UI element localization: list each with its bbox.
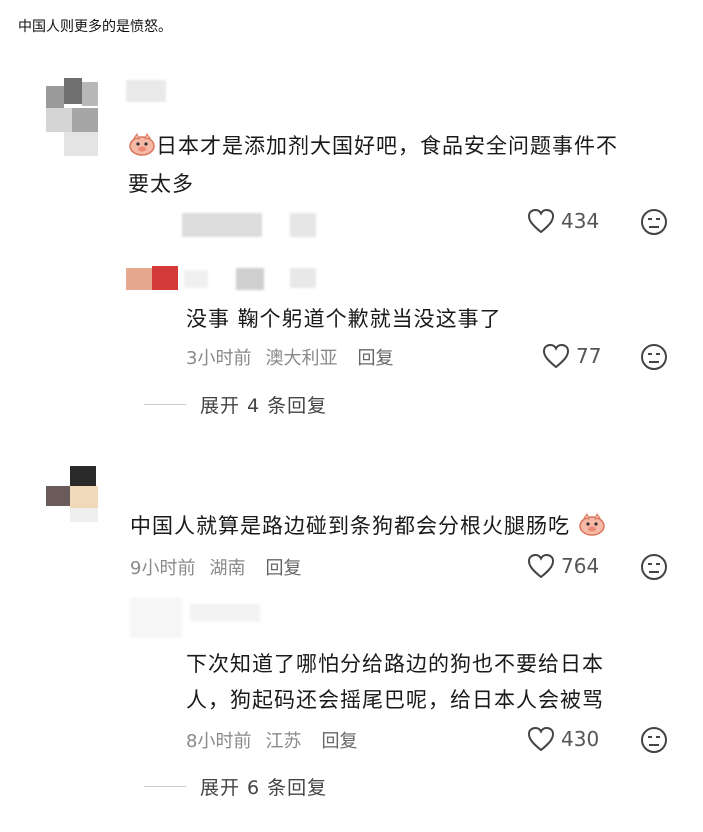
dislike-face-icon[interactable] [640, 726, 668, 754]
caption: 中国人则更多的是愤怒。 [18, 19, 172, 35]
heart-icon [527, 208, 555, 234]
comment-meta: 9小时前 湖南 回复 [130, 554, 315, 580]
emoji-pig-icon [578, 512, 606, 541]
reply-text: 下次知道了哪怕分给路边的狗也不要给日本 [186, 652, 604, 676]
reply-meta: 3小时前 澳大利亚 回复 [186, 344, 407, 370]
heart-icon [527, 726, 555, 752]
reply-username-2[interactable] [236, 268, 264, 290]
avatar[interactable] [46, 466, 102, 526]
dislike-face-icon[interactable] [640, 208, 668, 236]
like-button[interactable]: 764 [527, 553, 599, 579]
dislike-face-icon[interactable] [640, 553, 668, 581]
comment-time: 9小时前 [130, 558, 196, 579]
like-count: 77 [576, 344, 602, 368]
divider [144, 786, 186, 787]
like-count: 430 [561, 727, 600, 751]
heart-icon [542, 343, 570, 369]
divider [144, 404, 186, 405]
comment-text: 日本才是添加剂大国好吧，食品安全问题事件不 [128, 130, 618, 161]
reply-button[interactable]: 回复 [265, 558, 301, 579]
reply-location: 江苏 [265, 731, 302, 752]
username[interactable] [126, 80, 166, 102]
reply-username[interactable] [190, 604, 260, 622]
reply-text: 没事 鞠个躬道个歉就当没这事了 [186, 307, 502, 331]
like-count: 434 [561, 209, 600, 233]
reply-text-line2: 人，狗起码还会摇尾巴呢，给日本人会被骂 [186, 688, 604, 712]
avatar[interactable] [46, 78, 100, 158]
reply-meta: 8小时前 江苏 回复 [186, 727, 371, 753]
expand-replies-button[interactable]: 展开 4 条回复 [200, 391, 327, 418]
like-button[interactable]: 430 [527, 726, 599, 752]
comment-meta [182, 213, 262, 237]
emoji-pig-icon [128, 132, 156, 161]
dislike-face-icon[interactable] [640, 343, 668, 371]
comment-meta-location [290, 213, 316, 237]
reply-time: 3小时前 [186, 348, 252, 369]
reply-username-3[interactable] [290, 268, 316, 288]
expand-replies-button[interactable]: 展开 6 条回复 [200, 773, 327, 800]
reply-avatar[interactable] [126, 266, 178, 292]
reply-location: 澳大利亚 [265, 348, 338, 369]
reply-avatar[interactable] [130, 598, 182, 638]
reply-button[interactable]: 回复 [357, 348, 393, 369]
reply-username[interactable] [184, 270, 208, 288]
comment-location: 湖南 [209, 558, 246, 579]
like-button[interactable]: 77 [542, 343, 601, 369]
like-button[interactable]: 434 [527, 208, 599, 234]
comment-text-line2: 要太多 [128, 172, 194, 196]
reply-time: 8小时前 [186, 731, 252, 752]
heart-icon [527, 553, 555, 579]
like-count: 764 [561, 554, 600, 578]
comment-text: 中国人就算是路边碰到条狗都会分根火腿肠吃 [130, 510, 606, 541]
reply-button[interactable]: 回复 [321, 731, 357, 752]
